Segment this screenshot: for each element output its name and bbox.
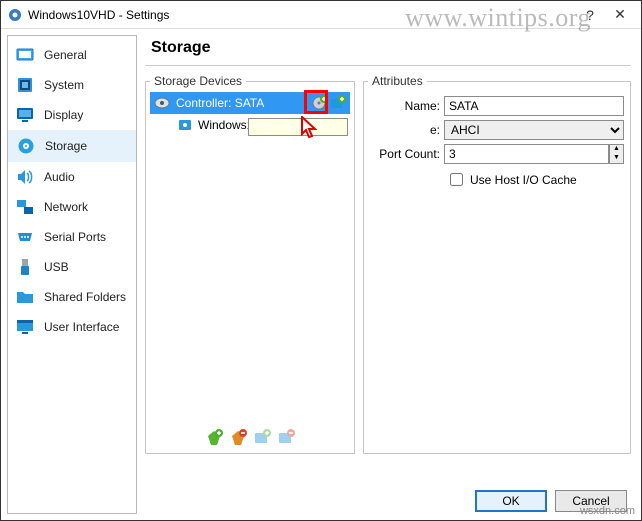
separator: [145, 65, 631, 66]
storage-devices-legend: Storage Devices: [150, 74, 246, 88]
sata-controller-icon: [154, 95, 170, 111]
add-hard-disk-icon[interactable]: [330, 95, 346, 111]
audio-icon: [16, 168, 34, 186]
general-icon: [16, 46, 34, 64]
sidebar-item-usb[interactable]: USB: [8, 252, 136, 282]
usb-icon: [16, 258, 34, 276]
type-label: e:: [370, 123, 440, 137]
add-controller-icon[interactable]: [205, 429, 223, 447]
sidebar-label: System: [44, 78, 84, 92]
portcount-input[interactable]: [444, 144, 609, 164]
cancel-button[interactable]: Cancel: [555, 490, 627, 512]
sidebar-item-serial-ports[interactable]: Serial Ports: [8, 222, 136, 252]
sidebar-item-audio[interactable]: Audio: [8, 162, 136, 192]
storage-tree[interactable]: Controller: SATA Adds optical drive.: [150, 92, 350, 425]
sidebar-label: General: [44, 48, 87, 62]
storage-icon: [17, 137, 35, 155]
network-icon: [16, 198, 34, 216]
type-select[interactable]: AHCI: [444, 120, 624, 140]
controller-label: Controller: SATA: [176, 96, 264, 110]
sidebar-item-storage[interactable]: Storage: [8, 130, 136, 162]
sidebar-item-network[interactable]: Network: [8, 192, 136, 222]
help-button[interactable]: ?: [575, 7, 605, 23]
sidebar-item-shared-folders[interactable]: Shared Folders: [8, 282, 136, 312]
settings-icon: [7, 7, 23, 23]
sidebar-label: Audio: [44, 170, 75, 184]
controller-row[interactable]: Controller: SATA Adds optical drive.: [150, 92, 350, 114]
vhd-icon: [178, 118, 192, 132]
user-interface-icon: [16, 318, 34, 336]
sidebar-item-user-interface[interactable]: User Interface: [8, 312, 136, 342]
close-button[interactable]: ✕: [605, 6, 635, 23]
attributes-group: Attributes Name: e: AHCI Port Count:: [363, 74, 631, 454]
sidebar-item-system[interactable]: System: [8, 70, 136, 100]
remove-attachment-icon: [277, 429, 295, 447]
name-label: Name:: [370, 99, 440, 113]
sidebar-label: USB: [44, 260, 69, 274]
hostio-checkbox[interactable]: [450, 173, 463, 186]
serial-ports-icon: [16, 228, 34, 246]
name-input[interactable]: [444, 96, 624, 116]
display-icon: [16, 106, 34, 124]
attributes-legend: Attributes: [368, 74, 427, 88]
page-title: Storage: [151, 39, 631, 57]
sidebar-item-general[interactable]: General: [8, 40, 136, 70]
system-icon: [16, 76, 34, 94]
hostio-label: Use Host I/O Cache: [470, 173, 577, 187]
sidebar-label: Shared Folders: [44, 290, 126, 304]
sidebar-label: User Interface: [44, 320, 119, 334]
sidebar-item-display[interactable]: Display: [8, 100, 136, 130]
tooltip: Adds optical drive.: [248, 118, 348, 136]
sidebar-label: Network: [44, 200, 88, 214]
portcount-spinner[interactable]: ▲▼: [609, 144, 624, 164]
window-title: Windows10VHD - Settings: [28, 8, 575, 22]
shared-folders-icon: [16, 288, 34, 306]
remove-controller-icon[interactable]: [229, 429, 247, 447]
ok-button[interactable]: OK: [475, 490, 547, 512]
portcount-label: Port Count:: [370, 147, 440, 161]
add-optical-drive-icon[interactable]: [312, 95, 328, 111]
sidebar-label: Storage: [45, 139, 87, 153]
storage-devices-group: Storage Devices Controller: SATA Adds o: [145, 74, 355, 454]
settings-sidebar: General System Display Storage Audio Net…: [7, 35, 137, 514]
sidebar-label: Display: [44, 108, 83, 122]
add-attachment-icon: [253, 429, 271, 447]
sidebar-label: Serial Ports: [44, 230, 106, 244]
